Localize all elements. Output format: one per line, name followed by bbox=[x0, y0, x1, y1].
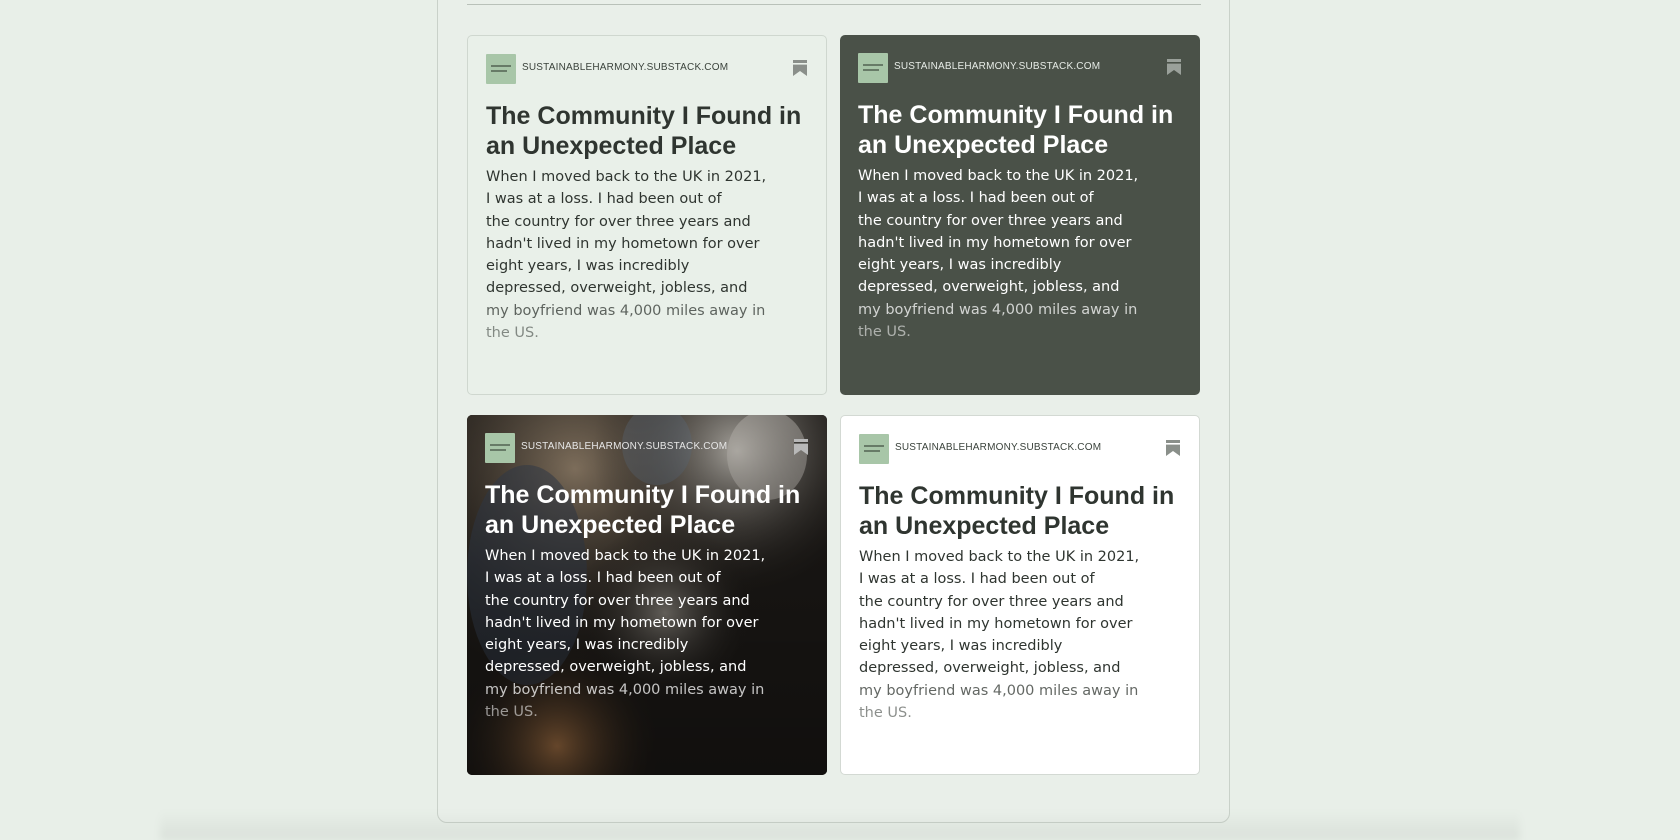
bookmark-icon[interactable] bbox=[792, 59, 808, 77]
excerpt-line: I was at a loss. I had been out of bbox=[485, 570, 721, 587]
excerpt-line: the US. bbox=[859, 705, 912, 722]
preview-card-photo[interactable]: SUSTAINABLEHARMONY.SUBSTACK.COM The Comm… bbox=[467, 415, 827, 775]
preview-card-light-green[interactable]: SUSTAINABLEHARMONY.SUBSTACK.COM The Comm… bbox=[467, 35, 827, 395]
publication-domain: SUSTAINABLEHARMONY.SUBSTACK.COM bbox=[894, 61, 1101, 72]
post-title: The Community I Found in an Unexpected P… bbox=[858, 101, 1174, 159]
publication-logo-icon bbox=[859, 434, 889, 464]
excerpt-line: my boyfriend was 4,000 miles away in bbox=[486, 302, 766, 319]
excerpt-line: my boyfriend was 4,000 miles away in bbox=[858, 301, 1138, 318]
excerpt-line: When I moved back to the UK in 2021, bbox=[486, 169, 767, 185]
excerpt-line: the US. bbox=[858, 324, 911, 341]
excerpt-line: When I moved back to the UK in 2021, bbox=[858, 168, 1139, 184]
excerpt-line: the US. bbox=[486, 325, 539, 342]
excerpt-line: I was at a loss. I had been out of bbox=[858, 190, 1094, 207]
excerpt-line: my boyfriend was 4,000 miles away in bbox=[485, 681, 765, 698]
excerpt-line: When I moved back to the UK in 2021, bbox=[859, 549, 1140, 565]
excerpt-line: hadn't lived in my hometown for over bbox=[486, 235, 760, 252]
post-excerpt: When I moved back to the UK in 2021, I w… bbox=[858, 165, 1158, 343]
excerpt-line: the country for over three years and bbox=[859, 593, 1124, 610]
post-title: The Community I Found in an Unexpected P… bbox=[859, 482, 1175, 540]
post-excerpt: When I moved back to the UK in 2021, I w… bbox=[485, 545, 785, 723]
excerpt-line: depressed, overweight, jobless, and bbox=[859, 660, 1121, 677]
bookmark-icon[interactable] bbox=[793, 438, 809, 456]
publication-domain: SUSTAINABLEHARMONY.SUBSTACK.COM bbox=[895, 442, 1102, 453]
preview-card-dark-green[interactable]: SUSTAINABLEHARMONY.SUBSTACK.COM The Comm… bbox=[840, 35, 1200, 395]
publication-logo-icon bbox=[485, 433, 515, 463]
card-header: SUSTAINABLEHARMONY.SUBSTACK.COM bbox=[486, 54, 808, 84]
excerpt-line: hadn't lived in my hometown for over bbox=[859, 615, 1133, 632]
excerpt-line: When I moved back to the UK in 2021, bbox=[485, 548, 766, 564]
post-excerpt: When I moved back to the UK in 2021, I w… bbox=[486, 166, 786, 344]
card-header: SUSTAINABLEHARMONY.SUBSTACK.COM bbox=[485, 433, 809, 463]
excerpt-line: hadn't lived in my hometown for over bbox=[485, 614, 759, 631]
preview-card-white[interactable]: SUSTAINABLEHARMONY.SUBSTACK.COM The Comm… bbox=[840, 415, 1200, 775]
excerpt-line: eight years, I was incredibly bbox=[858, 257, 1062, 274]
panel-divider bbox=[467, 4, 1201, 5]
bookmark-icon[interactable] bbox=[1165, 439, 1181, 457]
post-title: The Community I Found in an Unexpected P… bbox=[486, 102, 802, 160]
bottom-shadow bbox=[160, 810, 1520, 840]
excerpt-line: depressed, overweight, jobless, and bbox=[486, 280, 748, 297]
publication-domain: SUSTAINABLEHARMONY.SUBSTACK.COM bbox=[522, 62, 729, 73]
excerpt-line: hadn't lived in my hometown for over bbox=[858, 234, 1132, 251]
bookmark-icon[interactable] bbox=[1166, 58, 1182, 76]
excerpt-line: eight years, I was incredibly bbox=[486, 258, 690, 275]
excerpt-line: the country for over three years and bbox=[485, 592, 750, 609]
excerpt-line: the country for over three years and bbox=[858, 212, 1123, 229]
post-title: The Community I Found in an Unexpected P… bbox=[485, 481, 801, 539]
excerpt-line: the US. bbox=[485, 704, 538, 721]
card-header: SUSTAINABLEHARMONY.SUBSTACK.COM bbox=[858, 53, 1182, 83]
publication-domain: SUSTAINABLEHARMONY.SUBSTACK.COM bbox=[521, 441, 728, 452]
excerpt-line: my boyfriend was 4,000 miles away in bbox=[859, 682, 1139, 699]
excerpt-line: eight years, I was incredibly bbox=[485, 637, 689, 654]
publication-logo-icon bbox=[858, 53, 888, 83]
excerpt-line: depressed, overweight, jobless, and bbox=[485, 659, 747, 676]
excerpt-line: the country for over three years and bbox=[486, 213, 751, 230]
publication-logo-icon bbox=[486, 54, 516, 84]
card-header: SUSTAINABLEHARMONY.SUBSTACK.COM bbox=[859, 434, 1181, 464]
excerpt-line: depressed, overweight, jobless, and bbox=[858, 279, 1120, 296]
post-excerpt: When I moved back to the UK in 2021, I w… bbox=[859, 546, 1159, 724]
excerpt-line: I was at a loss. I had been out of bbox=[486, 191, 722, 208]
excerpt-line: eight years, I was incredibly bbox=[859, 638, 1063, 655]
excerpt-line: I was at a loss. I had been out of bbox=[859, 571, 1095, 588]
